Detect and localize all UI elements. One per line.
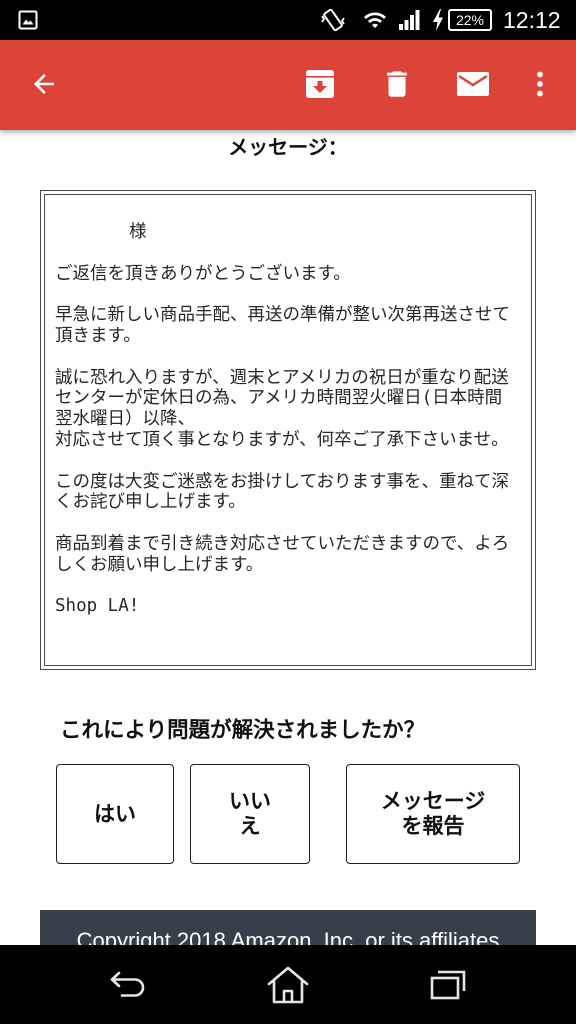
delete-button[interactable]	[373, 60, 421, 108]
image-icon	[18, 10, 38, 30]
message-line: 早急に新しい商品手配、再送の準備が整い次第再送させて	[55, 305, 510, 326]
message-line: しくお願い申し上げます。	[55, 554, 264, 575]
nav-recents-button[interactable]	[416, 961, 480, 1009]
report-message-label: メッセージを報告	[380, 789, 486, 838]
archive-icon	[306, 70, 334, 98]
message-box: 様 ご返信を頂きありがとうございます。 早急に新しい商品手配、再送の準備が整い次…	[40, 190, 536, 670]
message-paragraph: 商品到着まで引き続き対応させていただきますので、よろ しくお願い申し上げます。	[55, 534, 523, 576]
more-vert-icon	[537, 71, 543, 97]
message-line: 頂きます。	[55, 325, 141, 346]
battery-level: 22%	[455, 12, 485, 28]
wifi-icon	[364, 12, 386, 28]
battery-icon: 22%	[448, 9, 492, 31]
signal-icon	[399, 10, 420, 30]
app-bar	[0, 40, 576, 130]
message-line: 対応させて頂く事となりますが、何卒ご了承下さいませ。	[55, 429, 509, 450]
message-line: センターが定休日の為、アメリカ時間翌火曜日(日本時間	[55, 388, 503, 409]
message-paragraph: 誠に恐れ入りますが、週末とアメリカの祝日が重なり配送 センターが定休日の為、アメ…	[55, 368, 523, 451]
message-paragraph: 早急に新しい商品手配、再送の準備が整い次第再送させて 頂きます。	[55, 305, 523, 347]
signature: Shop LA!	[55, 596, 140, 617]
message-body: 様 ご返信を頂きありがとうございます。 早急に新しい商品手配、再送の準備が整い次…	[44, 194, 532, 666]
nav-back-button[interactable]	[96, 961, 160, 1009]
no-button-label: いいえ	[229, 789, 271, 838]
message-line: この度は大変ご迷惑をお掛けしております事を、重ねて深	[55, 471, 509, 492]
nav-home-button[interactable]	[256, 961, 320, 1009]
mark-unread-button[interactable]	[449, 60, 497, 108]
message-heading: メッセージ：	[228, 135, 348, 159]
message-line: 誠に恐れ入りますが、週末とアメリカの祝日が重なり配送	[55, 367, 509, 388]
nav-back-icon	[110, 971, 145, 997]
trash-icon	[387, 71, 407, 97]
yes-button-label: はい	[94, 801, 136, 826]
no-button[interactable]: いいえ	[190, 764, 310, 864]
home-icon	[267, 966, 309, 1004]
phone-screen: 22% 12:12 メッセージ： 様 ご返信を頂きありがとうございます。 早急に…	[0, 0, 576, 1024]
message-line: 翌水曜日）以降、	[55, 409, 195, 430]
mail-icon	[457, 72, 489, 96]
recents-icon	[430, 970, 466, 1000]
message-line: 商品到着まで引き続き対応させていただきますので、よろ	[55, 533, 510, 554]
message-line: くお詫び申し上げます。	[55, 492, 246, 513]
message-line: ご返信を頂きありがとうございます。	[55, 263, 351, 284]
vibrate-icon	[321, 8, 345, 32]
signature-block: Shop LA!	[55, 596, 523, 617]
yes-button[interactable]: はい	[56, 764, 174, 864]
message-paragraph: ご返信を頂きありがとうございます。	[55, 264, 523, 285]
status-time: 12:12	[503, 7, 561, 33]
report-message-button[interactable]: メッセージを報告	[346, 764, 520, 864]
arrow-back-icon	[34, 74, 54, 94]
more-options-button[interactable]	[516, 60, 564, 108]
resolved-question: これにより問題が解決されましたか？	[60, 718, 426, 743]
navigation-bar	[0, 945, 576, 1024]
archive-button[interactable]	[296, 60, 344, 108]
status-bar: 22% 12:12	[0, 0, 576, 40]
salutation: 様	[129, 222, 147, 242]
charging-bolt-icon	[433, 9, 443, 31]
back-button[interactable]	[20, 60, 68, 108]
message-paragraph: この度は大変ご迷惑をお掛けしております事を、重ねて深 くお詫び申し上げます。	[55, 472, 523, 514]
